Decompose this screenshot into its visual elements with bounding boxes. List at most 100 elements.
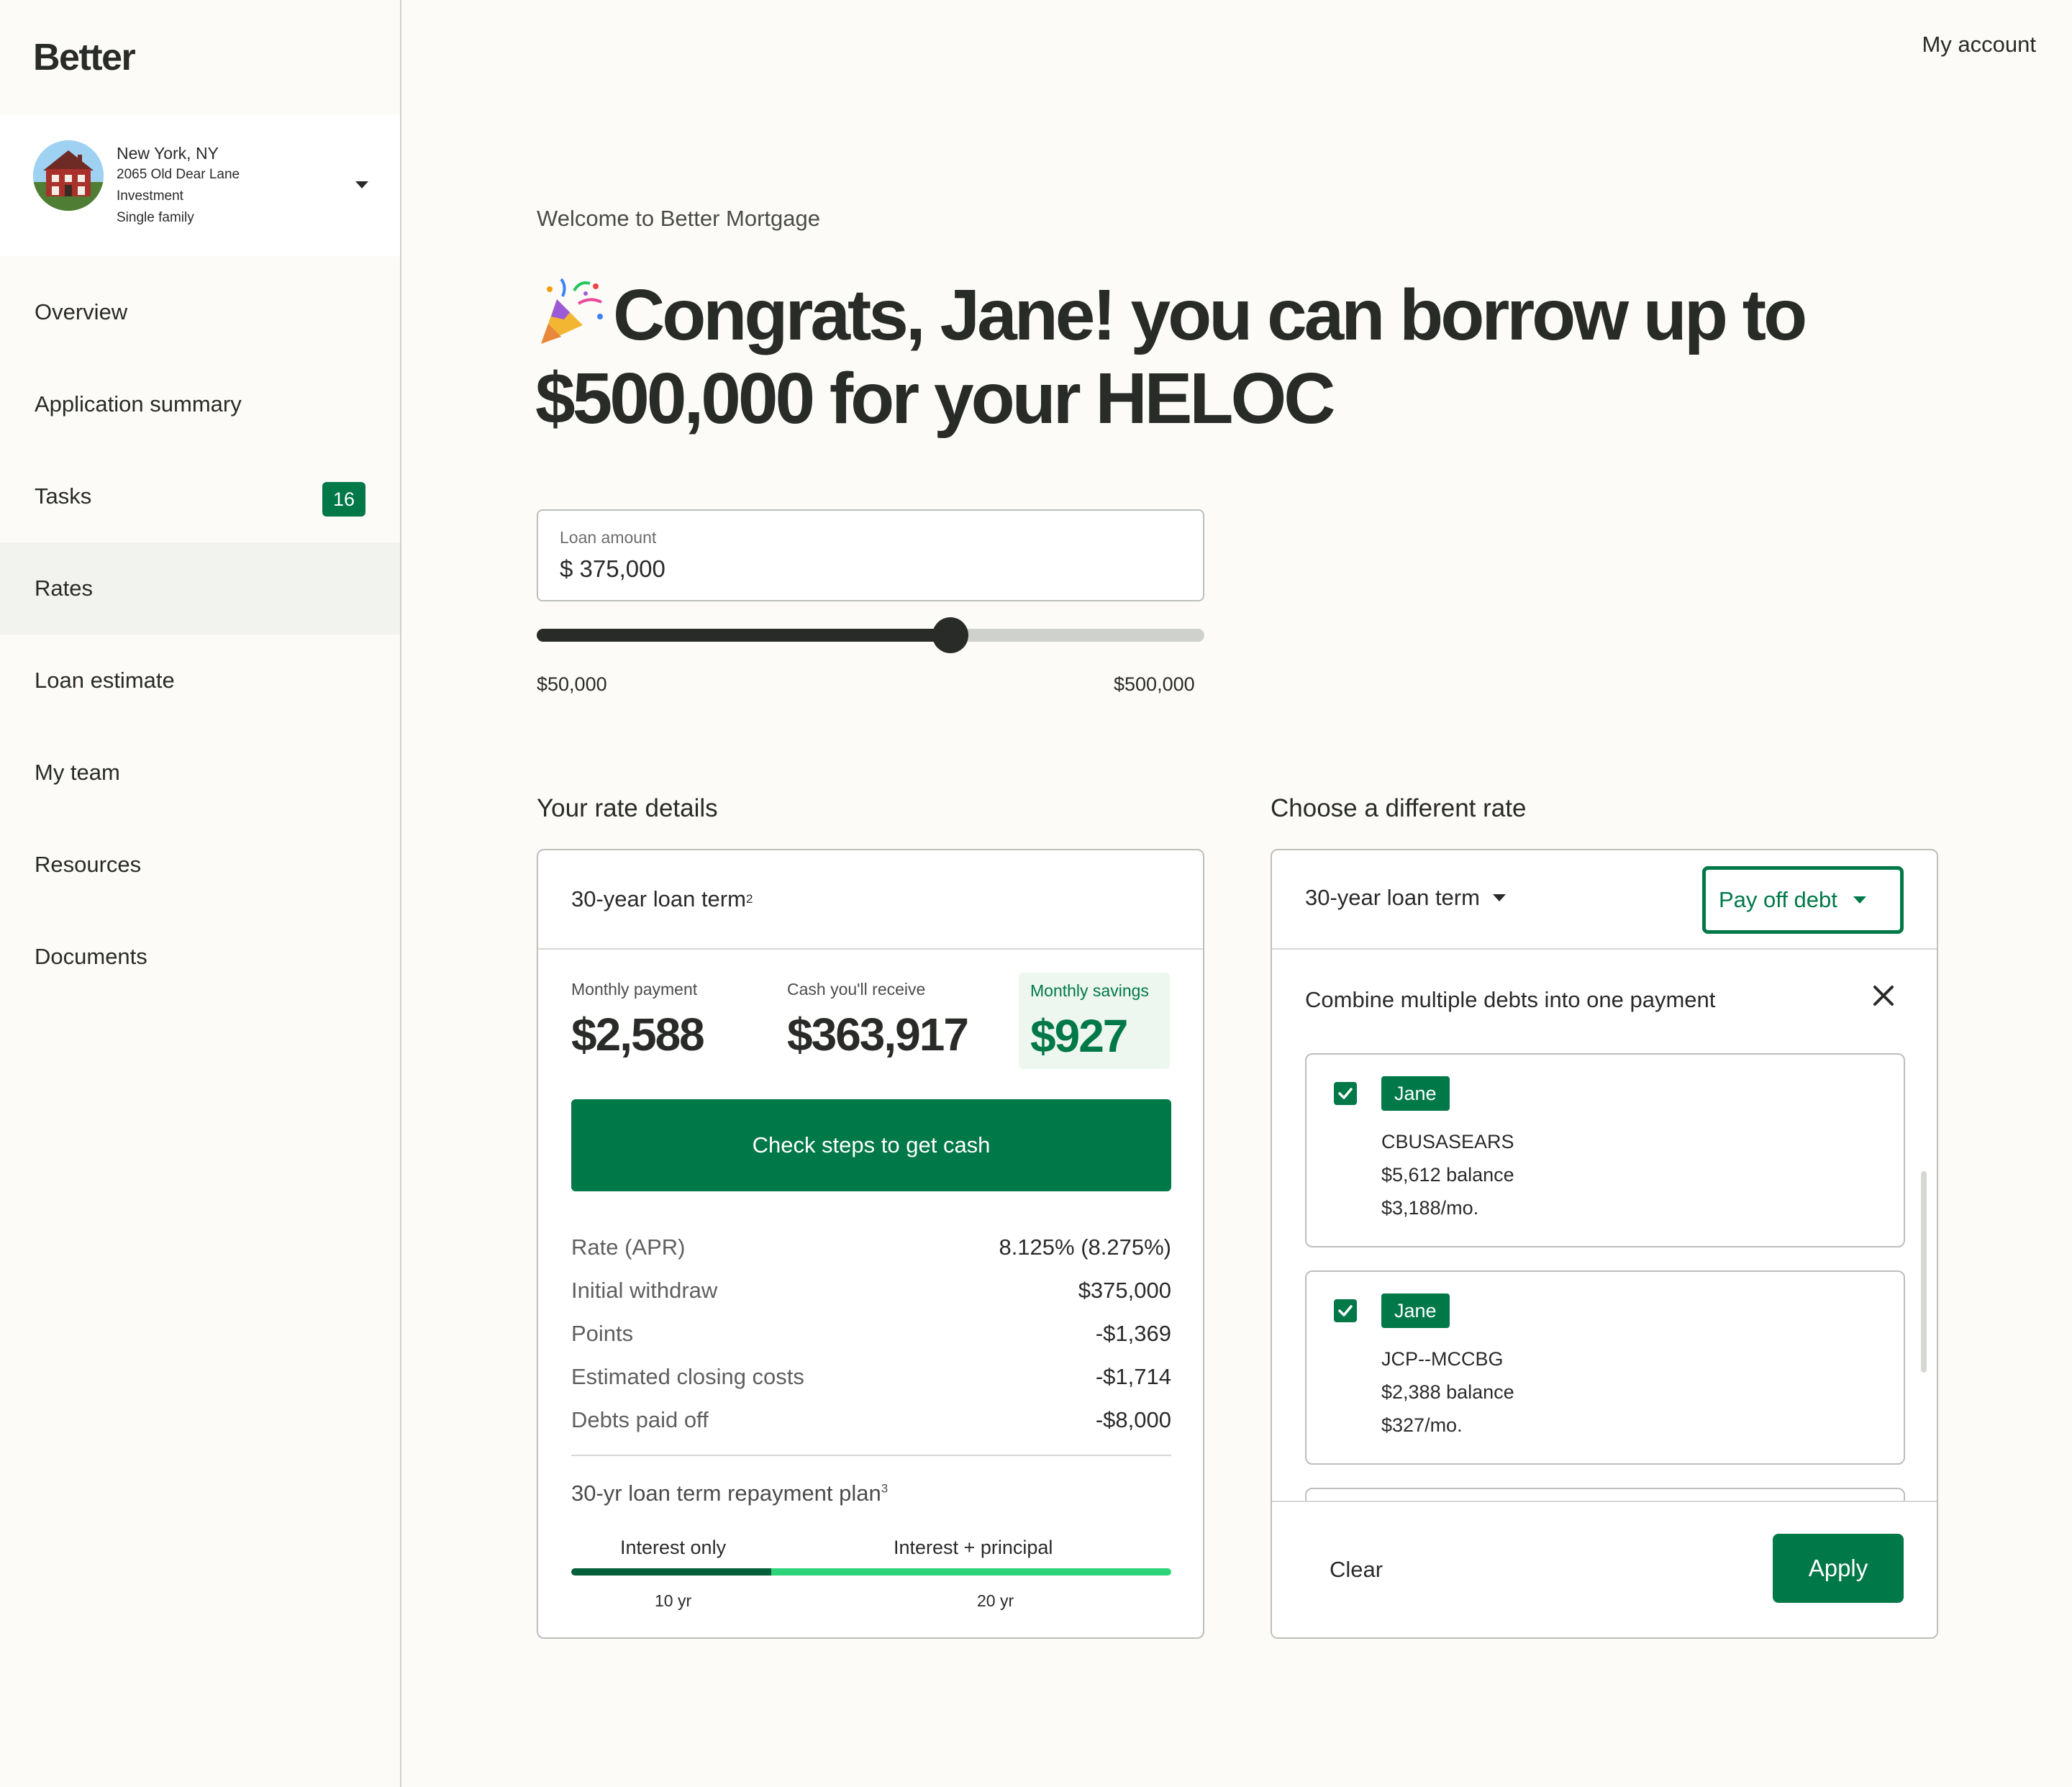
chevron-down-icon: [1853, 896, 1866, 904]
my-account-link[interactable]: My account: [1922, 32, 2036, 58]
detail-key: Debts paid off: [571, 1407, 709, 1432]
check-steps-button[interactable]: Check steps to get cash: [571, 1099, 1171, 1191]
headline-line-2: $500,000 for your HELOC: [535, 358, 1335, 439]
sidebar-item-label: My team: [35, 760, 120, 785]
apply-button[interactable]: Apply: [1773, 1534, 1904, 1603]
sidebar-item-documents[interactable]: Documents: [0, 911, 400, 1003]
choose-rate-header: 30-year loan term Pay off debt: [1272, 850, 1937, 950]
tasks-count-badge: 16: [322, 482, 365, 517]
property-address: 2065 Old Dear Lane: [117, 167, 240, 182]
loan-term-dropdown[interactable]: 30-year loan term: [1305, 885, 1506, 911]
divider: [571, 1455, 1171, 1456]
debt-card[interactable]: Jane CBUSASEARS $5,612 balance $3,188/mo…: [1305, 1053, 1905, 1247]
chevron-down-icon[interactable]: [355, 181, 368, 188]
sidebar-item-overview[interactable]: Overview: [0, 266, 400, 358]
sidebar-item-label: Resources: [35, 852, 142, 877]
property-type: Single family: [117, 210, 194, 225]
detail-value: $375,000: [1078, 1278, 1171, 1303]
chevron-down-icon: [1492, 894, 1506, 901]
owner-tag: Jane: [1381, 1076, 1450, 1111]
detail-value: -$8,000: [1095, 1407, 1171, 1432]
footnote-marker: 3: [881, 1481, 889, 1496]
choose-rate-footer: Clear Apply: [1272, 1501, 1937, 1637]
loan-amount-label: Loan amount: [560, 528, 657, 547]
dropdown-value: 30-year loan term: [1305, 885, 1480, 910]
debt-checkbox[interactable]: [1334, 1082, 1357, 1105]
house-icon: [33, 140, 104, 211]
debt-name: CBUSASEARS: [1381, 1131, 1514, 1152]
detail-key: Rate (APR): [571, 1234, 686, 1260]
loan-amount-value[interactable]: $ 375,000: [560, 555, 665, 583]
detail-key: Initial withdraw: [571, 1278, 718, 1303]
detail-row: Debts paid off -$8,000: [571, 1399, 1171, 1442]
rate-details-card: 30-year loan term 2 Monthly payment $2,58…: [537, 849, 1204, 1639]
sidebar: Better New York, NY 2065 Old Dear Lane I…: [0, 0, 401, 1787]
clear-button[interactable]: Clear: [1330, 1557, 1383, 1583]
plan-years-phase-2: 20 yr: [977, 1591, 1014, 1610]
metric-value: $363,917: [787, 1009, 969, 1060]
detail-key: Points: [571, 1321, 634, 1346]
detail-row: Initial withdraw $375,000: [571, 1269, 1171, 1312]
sidebar-item-label: Loan estimate: [35, 668, 175, 693]
sidebar-item-label: Application summary: [35, 391, 242, 417]
sidebar-item-label: Overview: [35, 299, 128, 324]
slider-fill: [537, 629, 951, 642]
metric-value: $927: [1030, 1010, 1128, 1062]
plan-title-text: 30-yr loan term repayment plan: [571, 1481, 881, 1506]
better-logo[interactable]: Better: [33, 36, 136, 79]
headline-line-1: Congrats, Jane! you can borrow up to: [613, 275, 1807, 355]
property-use: Investment: [117, 188, 183, 204]
debt-monthly: $3,188/mo.: [1381, 1197, 1479, 1219]
sidebar-item-label: Tasks: [35, 483, 92, 509]
property-selector[interactable]: New York, NY 2065 Old Dear Lane Investme…: [0, 115, 400, 256]
choose-rate-card: 30-year loan term Pay off debt Combine m…: [1271, 849, 1938, 1639]
party-popper-icon: [541, 278, 603, 344]
sidebar-item-my-team[interactable]: My team: [0, 727, 400, 819]
welcome-text: Welcome to Better Mortgage: [537, 206, 820, 231]
sidebar-item-loan-estimate[interactable]: Loan estimate: [0, 635, 400, 727]
cash-received-metric: Cash you'll receive $363,917: [787, 980, 969, 1061]
loan-amount-slider[interactable]: [537, 617, 1204, 653]
checkmark-icon: [1338, 1305, 1353, 1317]
rate-details-heading: Your rate details: [537, 794, 718, 822]
plan-years-phase-1: 10 yr: [655, 1591, 692, 1610]
combine-debts-title: Combine multiple debts into one payment: [1305, 987, 1716, 1012]
repayment-plan-bar: [571, 1568, 1171, 1575]
metric-value: $2,588: [571, 1009, 705, 1060]
interest-only-segment: [571, 1568, 771, 1575]
sidebar-item-application-summary[interactable]: Application summary: [0, 358, 400, 450]
debt-card[interactable]: Jane JCP--MCCBG $2,388 balance $327/mo.: [1305, 1270, 1905, 1465]
house-photo: [33, 140, 104, 211]
monthly-payment-metric: Monthly payment $2,588: [571, 980, 705, 1061]
sidebar-item-rates[interactable]: Rates: [0, 542, 400, 635]
repayment-plan-title: 30-yr loan term repayment plan3: [571, 1481, 888, 1506]
debt-balance: $5,612 balance: [1381, 1164, 1514, 1186]
metric-label: Cash you'll receive: [787, 980, 926, 999]
detail-row: Rate (APR) 8.125% (8.275%): [571, 1226, 1171, 1269]
detail-value: -$1,369: [1095, 1321, 1171, 1346]
loan-amount-field[interactable]: Loan amount $ 375,000: [537, 509, 1204, 601]
debt-checkbox[interactable]: [1334, 1299, 1357, 1322]
detail-key: Estimated closing costs: [571, 1364, 804, 1389]
plan-phase-interest-only: Interest only: [620, 1537, 727, 1558]
slider-min-label: $50,000: [537, 673, 607, 695]
close-icon[interactable]: [1872, 984, 1895, 1007]
plan-phase-interest-principal: Interest + principal: [894, 1537, 1053, 1558]
metric-label: Monthly savings: [1030, 981, 1149, 1000]
debt-list-scrollbar[interactable]: [1921, 1171, 1927, 1373]
checkmark-icon: [1338, 1088, 1353, 1099]
purpose-dropdown[interactable]: Pay off debt: [1702, 866, 1904, 934]
rate-detail-list: Rate (APR) 8.125% (8.275%) Initial withd…: [571, 1226, 1171, 1442]
choose-rate-heading: Choose a different rate: [1271, 794, 1527, 822]
sidebar-nav: Overview Application summary Tasks 16 Ra…: [0, 266, 400, 1003]
dropdown-value: Pay off debt: [1719, 887, 1837, 912]
slider-handle[interactable]: [932, 617, 969, 653]
owner-tag: Jane: [1381, 1293, 1450, 1328]
sidebar-item-resources[interactable]: Resources: [0, 819, 400, 911]
sidebar-item-tasks[interactable]: Tasks 16: [0, 450, 400, 542]
sidebar-item-label: Documents: [35, 944, 147, 969]
detail-value: 8.125% (8.275%): [999, 1234, 1171, 1260]
metric-label: Monthly payment: [571, 980, 698, 999]
sidebar-item-label: Rates: [35, 576, 93, 601]
detail-row: Estimated closing costs -$1,714: [571, 1355, 1171, 1399]
